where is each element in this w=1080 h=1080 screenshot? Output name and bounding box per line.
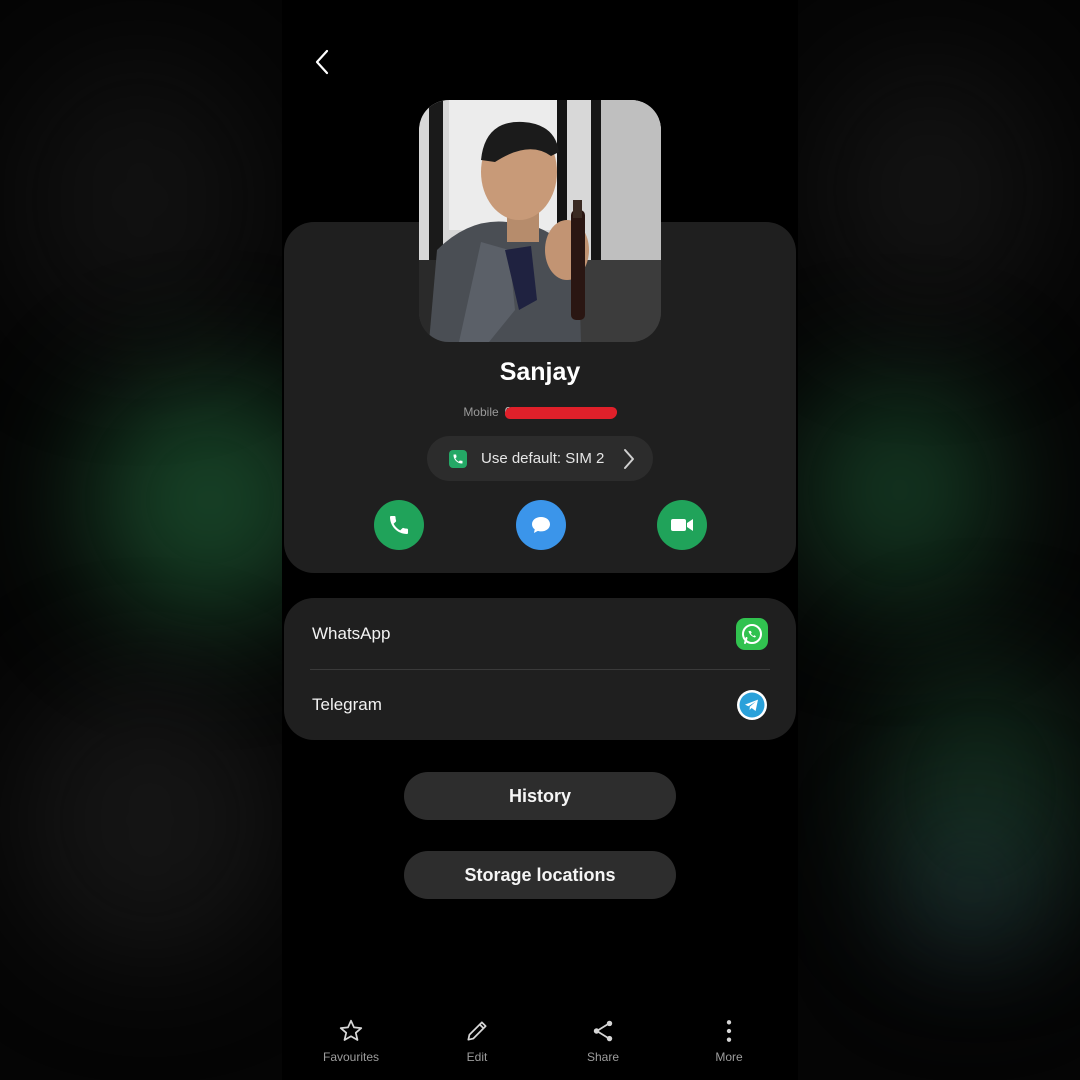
favourites-label: Favourites <box>322 1050 380 1064</box>
sim-selector-button[interactable]: Use default: SIM 2 <box>427 436 653 481</box>
linked-app-telegram[interactable]: Telegram <box>284 669 796 740</box>
telegram-icon <box>737 689 767 720</box>
star-icon <box>339 1019 363 1041</box>
bottom-navigation: Favourites Edit Share More <box>282 1010 798 1080</box>
linked-apps-card: WhatsApp Telegram <box>284 598 796 740</box>
contact-name: Sanjay <box>499 358 581 386</box>
phone-number-row[interactable]: Mobile 07 <box>282 404 798 420</box>
more-vertical-icon <box>726 1020 732 1042</box>
chevron-right-icon <box>624 449 634 469</box>
edit-button[interactable]: Edit <box>432 1018 522 1064</box>
phone-type-label: Mobile <box>463 405 499 419</box>
history-button[interactable]: History <box>404 772 676 820</box>
sim-selector-label: Use default: SIM 2 <box>481 450 605 467</box>
phone-icon <box>390 516 408 534</box>
favourites-button[interactable]: Favourites <box>306 1018 396 1064</box>
phone-icon <box>449 449 467 468</box>
video-call-button[interactable] <box>657 500 707 550</box>
app-label: Telegram <box>312 694 382 714</box>
share-button[interactable]: Share <box>558 1018 648 1064</box>
chevron-left-icon <box>315 49 329 75</box>
message-button[interactable] <box>516 500 566 550</box>
redaction-mark <box>504 407 617 419</box>
chat-bubble-icon <box>532 517 550 533</box>
phone-number: 07 <box>504 404 617 420</box>
contact-photo-image <box>419 100 661 342</box>
pencil-icon <box>467 1021 487 1041</box>
share-icon <box>593 1020 613 1042</box>
edit-label: Edit <box>466 1050 488 1064</box>
app-label: WhatsApp <box>312 623 391 643</box>
call-button[interactable] <box>374 500 424 550</box>
contact-photo[interactable] <box>419 100 661 342</box>
linked-app-whatsapp[interactable]: WhatsApp <box>284 598 796 669</box>
back-button[interactable] <box>304 44 340 80</box>
share-label: Share <box>586 1050 620 1064</box>
storage-locations-button[interactable]: Storage locations <box>404 851 676 899</box>
more-button[interactable]: More <box>684 1018 774 1064</box>
video-camera-icon <box>671 519 693 531</box>
contact-detail-screen: Sanjay Mobile 07 Use default: SIM 2 What… <box>282 0 798 1080</box>
whatsapp-icon <box>736 617 768 650</box>
more-label: More <box>715 1050 743 1064</box>
